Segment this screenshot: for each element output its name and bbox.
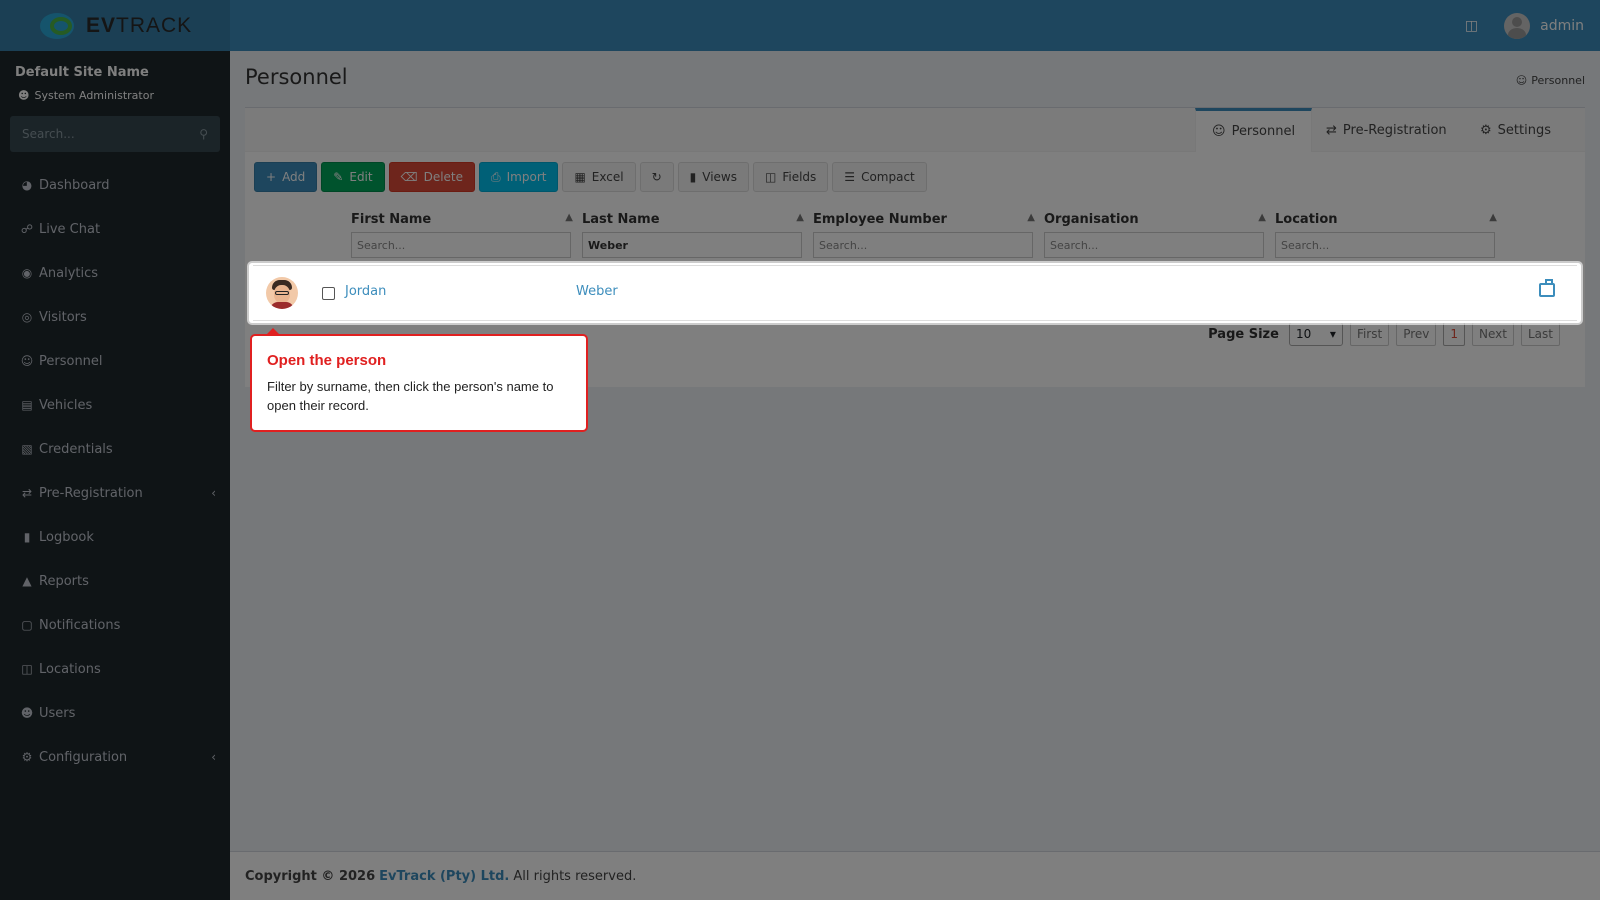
tour-overlay <box>0 0 1600 900</box>
id-badge-icon[interactable] <box>1539 279 1555 297</box>
first-name-link[interactable]: Jordan <box>345 284 386 299</box>
person-photo <box>266 277 298 309</box>
tooltip-title: Open the person <box>267 352 387 369</box>
row-checkbox[interactable] <box>322 287 335 300</box>
tooltip-body: Filter by surname, then click the person… <box>267 379 554 413</box>
tour-tooltip: Open the person Filter by surname, then … <box>250 328 588 432</box>
table-row[interactable]: Jordan Weber <box>249 263 1581 323</box>
last-name-link[interactable]: Weber <box>576 284 618 299</box>
